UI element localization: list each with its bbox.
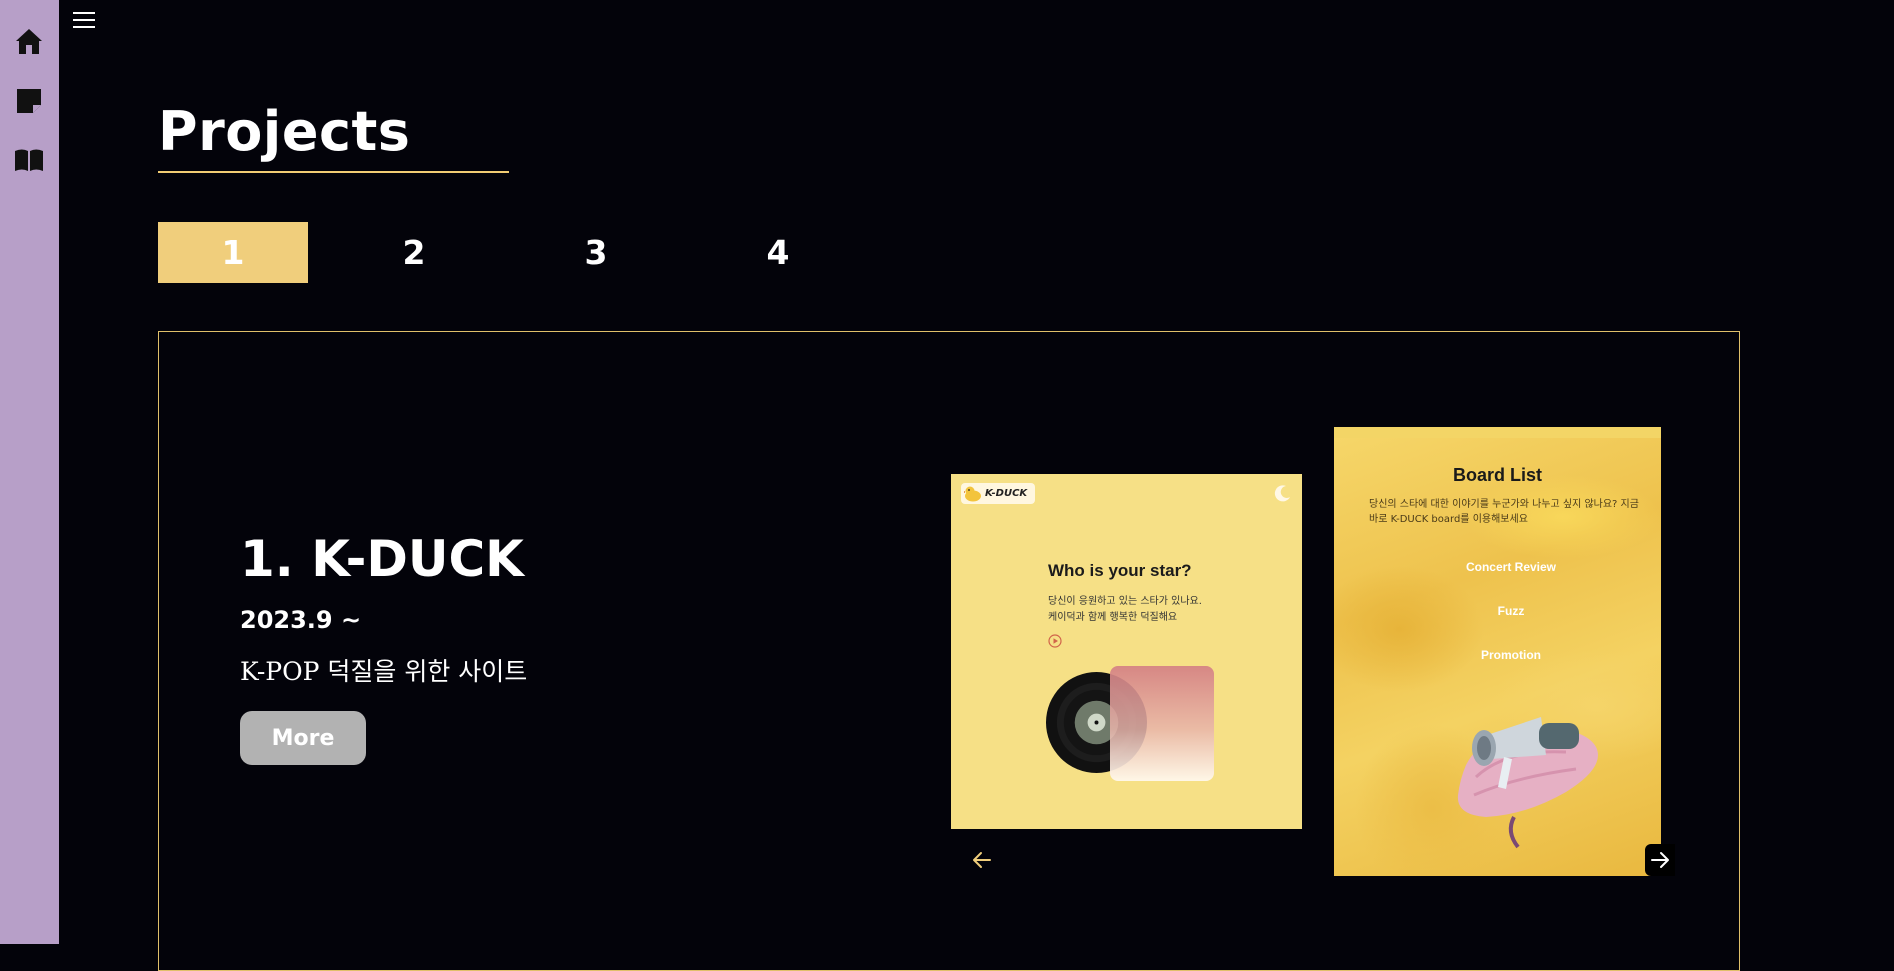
logo-badge: K-DUCK	[961, 483, 1035, 504]
hamburger-menu-icon[interactable]	[72, 8, 96, 32]
slide-description: 당신의 스타에 대한 이야기를 누군가와 나누고 싶지 않나요? 지금 바로 K…	[1369, 499, 1639, 525]
project-description: K-POP 덕질을 위한 사이트	[240, 657, 528, 686]
play-icon[interactable]	[1048, 634, 1062, 648]
album-card	[1110, 666, 1214, 781]
slide-top-bar	[1334, 427, 1661, 438]
more-button[interactable]: More	[240, 711, 366, 765]
title-underline	[158, 171, 509, 173]
sidebar	[0, 0, 59, 944]
project-slide-2: Board List 당신의 스타에 대한 이야기를 누군가와 나누고 싶지 않…	[1334, 427, 1661, 876]
moon-icon[interactable]	[1274, 484, 1292, 502]
carousel-next-button[interactable]	[1645, 844, 1675, 876]
concert-review-link[interactable]: Concert Review	[1334, 560, 1661, 574]
tab-3[interactable]: 3	[521, 222, 671, 283]
tab-4[interactable]: 4	[703, 222, 853, 283]
promotion-link[interactable]: Promotion	[1334, 648, 1661, 662]
note-icon[interactable]	[14, 86, 44, 116]
tab-2[interactable]: 2	[339, 222, 489, 283]
slide-heading: Board List	[1452, 465, 1542, 485]
arrow-right-icon[interactable]	[1645, 844, 1675, 876]
arrow-left-icon[interactable]	[968, 846, 996, 874]
fuzz-link[interactable]: Fuzz	[1334, 604, 1661, 618]
project-title: 1. K-DUCK	[240, 530, 524, 588]
megaphone-icon	[1457, 717, 1598, 849]
page-title: Projects	[158, 100, 411, 163]
book-icon[interactable]	[14, 145, 44, 175]
tab-1[interactable]: 1	[158, 222, 308, 283]
home-icon[interactable]	[14, 26, 44, 56]
duck-logo-icon	[964, 486, 981, 501]
slide-heading: Who is your star?	[1048, 561, 1192, 580]
logo-text: K-DUCK	[985, 488, 1028, 499]
slide-description: 당신이 응원하고 있는 스타가 있나요. 케이덕과 함께 행복한 덕질해요	[1048, 596, 1202, 623]
project-date: 2023.9 ~	[240, 606, 362, 634]
project-slide-1: K-DUCK Who is your star? 당신이 응원하고 있는 스타가…	[951, 474, 1302, 829]
